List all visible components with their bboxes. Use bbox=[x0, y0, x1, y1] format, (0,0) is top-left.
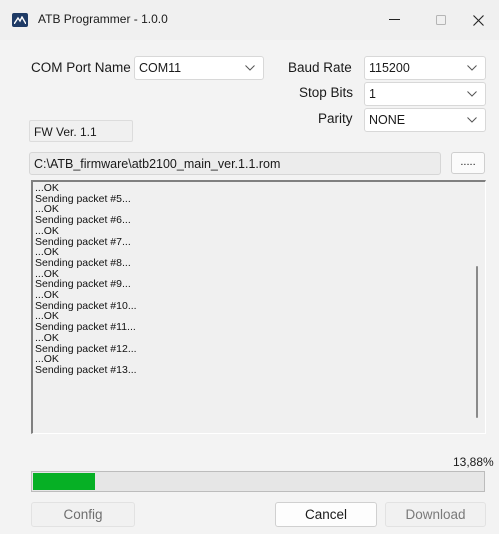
browse-button[interactable]: ..... bbox=[451, 152, 485, 174]
log-scrollbar[interactable] bbox=[476, 266, 478, 418]
chevron-down-icon bbox=[467, 117, 477, 123]
chevron-down-icon bbox=[467, 91, 477, 97]
parity-label: Parity bbox=[318, 111, 353, 126]
title-bar: ATB Programmer - 1.0.0 bbox=[0, 0, 499, 40]
log-line: ...OK bbox=[35, 224, 59, 237]
com-port-label: COM Port Name bbox=[31, 60, 131, 75]
close-icon[interactable] bbox=[458, 0, 499, 40]
baud-rate-select[interactable]: 115200 bbox=[364, 56, 486, 80]
com-port-value: COM11 bbox=[139, 61, 182, 75]
window-title: ATB Programmer - 1.0.0 bbox=[38, 12, 168, 26]
baud-rate-value: 115200 bbox=[369, 61, 410, 75]
com-port-select[interactable]: COM11 bbox=[134, 56, 264, 80]
stop-bits-select[interactable]: 1 bbox=[364, 82, 486, 106]
chevron-down-icon bbox=[467, 65, 477, 71]
stop-bits-label: Stop Bits bbox=[299, 85, 354, 100]
parity-select[interactable]: NONE bbox=[364, 108, 486, 132]
firmware-version: FW Ver. 1.1 bbox=[34, 125, 97, 139]
firmware-path-field[interactable]: C:\ATB_firmware\atb2100_main_ver.1.1.rom bbox=[29, 152, 441, 175]
firmware-path-text: C:\ATB_firmware\atb2100_main_ver.1.1.rom bbox=[34, 157, 281, 171]
chevron-down-icon bbox=[245, 65, 255, 71]
log-line: ...OK bbox=[35, 331, 59, 344]
minimize-icon[interactable] bbox=[372, 0, 418, 40]
download-button[interactable]: Download bbox=[385, 502, 486, 527]
cancel-button[interactable]: Cancel bbox=[275, 502, 377, 527]
baud-rate-label: Baud Rate bbox=[288, 60, 352, 75]
log-line: Sending packet #13... bbox=[35, 363, 137, 376]
config-button[interactable]: Config bbox=[31, 502, 135, 527]
atb-logo-icon bbox=[12, 13, 28, 27]
progress-bar bbox=[31, 471, 485, 492]
stop-bits-value: 1 bbox=[369, 87, 376, 101]
parity-value: NONE bbox=[369, 113, 406, 127]
progress-fill bbox=[33, 473, 95, 490]
firmware-version-box: FW Ver. 1.1 bbox=[29, 120, 133, 142]
progress-percent: 13,88% bbox=[453, 455, 494, 469]
log-output[interactable]: ...OK Sending packet #5... ...OK Sending pa… bbox=[31, 180, 486, 434]
log-lines: ...OK Sending packet #5... ...OK Sending pa… bbox=[35, 183, 137, 376]
